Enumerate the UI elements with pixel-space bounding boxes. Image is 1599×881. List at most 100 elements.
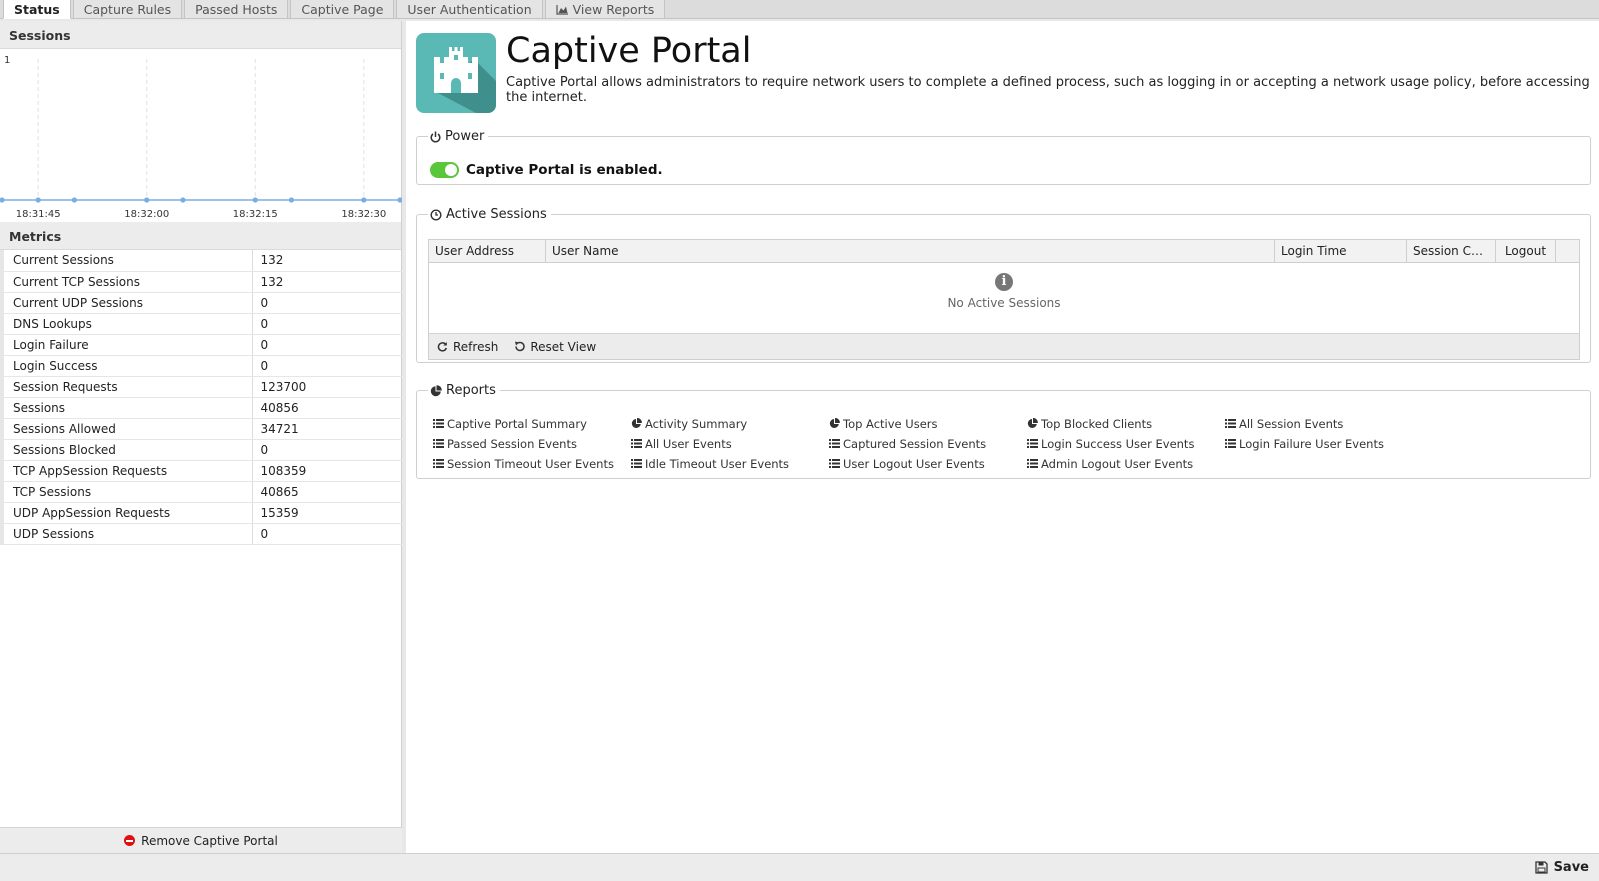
report-link-label: Admin Logout User Events bbox=[1041, 456, 1194, 471]
sessions-data-point bbox=[35, 197, 41, 203]
metric-value: 34721 bbox=[252, 418, 402, 440]
metric-row: TCP AppSession Requests 108359 bbox=[0, 460, 402, 482]
refresh-button[interactable]: Refresh bbox=[437, 340, 498, 354]
report-link[interactable]: Login Failure User Events bbox=[1225, 436, 1423, 451]
report-link[interactable]: Top Active Users bbox=[829, 416, 1027, 431]
column-session-count[interactable]: Session Co... bbox=[1407, 240, 1496, 262]
metric-row: Current Sessions 132 bbox=[0, 250, 402, 272]
metric-name: Login Success bbox=[0, 355, 253, 377]
reset-view-button[interactable]: Reset View bbox=[514, 340, 596, 354]
report-link-label: Login Failure User Events bbox=[1239, 436, 1384, 451]
sessions-data-point bbox=[288, 197, 295, 203]
active-sessions-legend-label: Active Sessions bbox=[446, 207, 547, 222]
report-link[interactable]: All User Events bbox=[631, 436, 829, 451]
metric-name: Current TCP Sessions bbox=[0, 271, 253, 293]
chart-y-tick-label: 1 bbox=[4, 55, 10, 66]
tab-bar: Status Capture Rules Passed Hosts Captiv… bbox=[0, 0, 1599, 19]
metric-name: TCP Sessions bbox=[0, 481, 253, 503]
tab-capture-rules[interactable]: Capture Rules bbox=[72, 0, 183, 19]
save-label: Save bbox=[1553, 860, 1589, 875]
refresh-label: Refresh bbox=[453, 339, 499, 354]
sessions-data-point bbox=[71, 197, 77, 203]
report-link[interactable]: Session Timeout User Events bbox=[433, 456, 631, 471]
sessions-chart-svg: 18:31:45 18:32:00 18:32:15 18:32:30 1 bbox=[0, 55, 402, 220]
column-logout[interactable]: Logout bbox=[1496, 240, 1556, 262]
reports-legend-label: Reports bbox=[446, 383, 496, 398]
sessions-data-point bbox=[361, 197, 367, 203]
list-icon bbox=[1225, 419, 1236, 428]
metric-name: Session Requests bbox=[0, 376, 253, 398]
list-icon bbox=[433, 459, 444, 468]
metrics-panel-title: Metrics bbox=[0, 222, 401, 250]
tab-user-authentication[interactable]: User Authentication bbox=[396, 0, 543, 19]
metric-name: Sessions Blocked bbox=[0, 439, 253, 461]
metric-row: TCP Sessions 40865 bbox=[0, 481, 402, 503]
metric-name: Sessions bbox=[0, 397, 253, 419]
power-toggle[interactable] bbox=[430, 162, 459, 178]
pie-chart-icon bbox=[430, 384, 442, 396]
chart-x-tick-label: 18:31:45 bbox=[16, 209, 61, 220]
metric-value: 0 bbox=[252, 439, 402, 461]
report-link-label: Captured Session Events bbox=[843, 436, 987, 451]
tab-label: View Reports bbox=[572, 1, 655, 17]
tab-status[interactable]: Status bbox=[3, 0, 71, 19]
info-icon: i bbox=[995, 273, 1013, 291]
report-link[interactable]: All Session Events bbox=[1225, 416, 1423, 431]
undo-icon bbox=[515, 341, 526, 352]
metric-name: DNS Lookups bbox=[0, 313, 253, 335]
active-sessions-section: Active Sessions User Address User Name L… bbox=[416, 207, 1591, 363]
list-icon bbox=[829, 459, 840, 468]
sessions-data-point bbox=[144, 197, 150, 203]
tab-captive-page[interactable]: Captive Page bbox=[290, 0, 395, 19]
metric-row: UDP Sessions 0 bbox=[0, 523, 402, 545]
metric-row: Current TCP Sessions 132 bbox=[0, 271, 402, 293]
column-user-address[interactable]: User Address bbox=[429, 240, 546, 262]
column-user-name[interactable]: User Name bbox=[546, 240, 1275, 262]
tab-view-reports[interactable]: View Reports bbox=[544, 0, 666, 19]
metric-value: 40856 bbox=[252, 397, 402, 419]
metric-name: TCP AppSession Requests bbox=[0, 460, 253, 482]
metric-row: Session Requests 123700 bbox=[0, 376, 402, 398]
remove-app-button[interactable]: Remove Captive Portal bbox=[0, 827, 402, 853]
metric-row: UDP AppSession Requests 15359 bbox=[0, 502, 402, 524]
power-legend-label: Power bbox=[445, 129, 485, 144]
reset-view-label: Reset View bbox=[530, 339, 597, 354]
metric-row: Sessions Blocked 0 bbox=[0, 439, 402, 461]
report-link[interactable]: Passed Session Events bbox=[433, 436, 631, 451]
list-icon bbox=[1027, 459, 1038, 468]
tab-label: User Authentication bbox=[407, 1, 532, 17]
column-login-time[interactable]: Login Time bbox=[1275, 240, 1407, 262]
reports-section: Reports Captive Portal Summary Activity S… bbox=[416, 383, 1591, 479]
tab-label: Passed Hosts bbox=[195, 1, 278, 17]
report-link[interactable]: Admin Logout User Events bbox=[1027, 456, 1225, 471]
sessions-chart: 18:31:45 18:32:00 18:32:15 18:32:30 1 bbox=[0, 49, 402, 222]
report-link[interactable]: Top Blocked Clients bbox=[1027, 416, 1225, 431]
clock-icon bbox=[430, 208, 442, 221]
list-icon bbox=[829, 439, 840, 448]
grid-header: User Address User Name Login Time Sessio… bbox=[429, 240, 1579, 263]
report-link-label: User Logout User Events bbox=[843, 456, 985, 471]
power-legend: Power bbox=[428, 129, 488, 144]
report-link-label: Top Blocked Clients bbox=[1041, 416, 1153, 431]
tab-label: Capture Rules bbox=[83, 1, 172, 17]
pie-icon bbox=[829, 418, 840, 428]
report-link[interactable]: Login Success User Events bbox=[1027, 436, 1225, 451]
report-link[interactable]: Captured Session Events bbox=[829, 436, 1027, 451]
report-link[interactable]: Captive Portal Summary bbox=[433, 416, 631, 431]
report-links: Captive Portal Summary Activity Summary To… bbox=[433, 416, 1423, 471]
report-link[interactable]: Activity Summary bbox=[631, 416, 829, 431]
metric-value: 40865 bbox=[252, 481, 402, 503]
tab-label: Captive Page bbox=[301, 1, 384, 17]
metric-value: 108359 bbox=[252, 460, 402, 482]
report-link[interactable]: User Logout User Events bbox=[829, 456, 1027, 471]
chart-x-tick-label: 18:32:30 bbox=[341, 209, 386, 220]
metric-value: 123700 bbox=[252, 376, 402, 398]
tab-label: Status bbox=[14, 1, 60, 17]
tab-passed-hosts[interactable]: Passed Hosts bbox=[184, 0, 289, 19]
report-link-label: Login Success User Events bbox=[1041, 436, 1195, 451]
empty-text: No Active Sessions bbox=[947, 296, 1061, 310]
save-button[interactable]: Save bbox=[1534, 860, 1589, 875]
metric-value: 0 bbox=[252, 334, 402, 356]
report-link[interactable]: Idle Timeout User Events bbox=[631, 456, 829, 471]
power-section: Power Captive Portal is enabled. bbox=[416, 129, 1591, 185]
